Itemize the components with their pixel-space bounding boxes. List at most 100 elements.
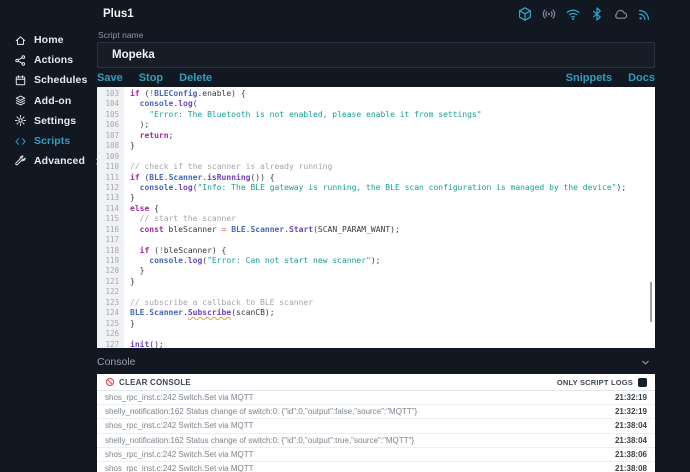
- line-number: 105: [105, 109, 119, 119]
- sidebar-item-scripts[interactable]: Scripts: [0, 132, 97, 150]
- code-text: // check if the scanner is already runni…: [130, 162, 333, 172]
- console-panel-header: CLEAR CONSOLE ONLY SCRIPT LOGS: [97, 374, 655, 391]
- sidebar-item-label: Settings: [34, 114, 77, 127]
- schedules-icon: [14, 74, 27, 87]
- code-line: 106 );: [97, 120, 655, 130]
- line-number: 112: [105, 182, 119, 192]
- console-log-row: shos_rpc_inst.c:242 Switch.Set via MQTT 2…: [97, 419, 655, 434]
- clear-console-label: CLEAR CONSOLE: [119, 377, 191, 387]
- script-name-input[interactable]: [97, 42, 655, 68]
- log-message: shelly_notification:162 Status change of…: [105, 435, 415, 445]
- line-number: 117: [105, 235, 119, 245]
- log-message: shos_rpc_inst.c:242 Switch.Set via MQTT: [105, 393, 254, 403]
- cube-icon: [517, 6, 533, 22]
- sidebar-item-settings[interactable]: Settings: [0, 112, 97, 130]
- broadcast-icon: [541, 6, 557, 22]
- sidebar-item-add-on[interactable]: Add-on: [0, 92, 97, 110]
- code-line: 118 if (!bleScanner) {: [97, 246, 655, 256]
- code-line: 126: [97, 329, 655, 339]
- code-text: if (!BLEConfig.enable) {: [130, 89, 246, 98]
- addon-icon: [14, 94, 27, 107]
- line-number: 125: [105, 318, 119, 328]
- code-line: 127 init();: [97, 340, 655, 349]
- code-line: 124 BLE.Scanner.Subscribe(scanCB);: [97, 308, 655, 318]
- settings-icon: [14, 114, 27, 127]
- wifi-icon: [565, 6, 581, 22]
- editor-scrollbar[interactable]: [650, 282, 652, 322]
- save-button[interactable]: Save: [97, 72, 123, 84]
- code-text: }: [130, 318, 135, 328]
- console-panel[interactable]: CLEAR CONSOLE ONLY SCRIPT LOGS shos_rpc_…: [97, 374, 655, 472]
- line-number: 114: [105, 203, 119, 213]
- sidebar-item-label: Schedules: [34, 74, 88, 87]
- log-message: shelly_notification:162 Status change of…: [105, 407, 418, 417]
- code-line: 111 if (BLE.Scanner.isRunning()) {: [97, 173, 655, 183]
- line-number: 115: [105, 214, 119, 224]
- line-number: 103: [105, 89, 119, 98]
- line-number: 119: [105, 256, 119, 265]
- code-text: }: [130, 266, 145, 276]
- code-text: BLE.Scanner.Subscribe(scanCB);: [130, 308, 275, 318]
- sidebar-item-schedules[interactable]: Schedules: [0, 71, 97, 89]
- console-log-row: shelly_notification:162 Status change of…: [97, 405, 655, 420]
- delete-button[interactable]: Delete: [179, 72, 212, 84]
- line-number: 127: [105, 339, 119, 349]
- line-number: 118: [105, 245, 119, 255]
- ban-icon: [106, 378, 114, 386]
- code-text: "Error: The Bluetooth is not enabled, pl…: [130, 109, 482, 119]
- sidebar: Home Actions Schedules Add-on Settings Script…: [0, 28, 100, 472]
- only-script-logs-label: ONLY SCRIPT LOGS: [556, 377, 633, 387]
- line-number: 109: [105, 151, 119, 161]
- line-number: 104: [105, 99, 119, 109]
- code-line: 114 else {: [97, 204, 655, 214]
- log-timestamp: 21:32:19: [614, 407, 647, 417]
- stop-button[interactable]: Stop: [139, 72, 163, 84]
- code-text: }: [130, 276, 135, 286]
- console-section-header[interactable]: Console: [97, 352, 655, 372]
- code-line: 121}: [97, 277, 655, 287]
- line-number: 126: [105, 329, 119, 339]
- docs-button[interactable]: Docs: [628, 72, 655, 84]
- advanced-icon: [14, 155, 27, 168]
- code-text: const bleScanner = BLE.Scanner.Start(SCA…: [139, 224, 400, 234]
- code-line: 103 if (!BLEConfig.enable) {: [97, 89, 655, 99]
- code-text: // subscribe a callback to BLE scanner: [130, 297, 314, 307]
- line-number: 123: [105, 297, 119, 307]
- console-log-row: shelly_notification:162 Status change of…: [97, 434, 655, 448]
- sidebar-item-advanced[interactable]: Advanced: [0, 152, 100, 170]
- snippets-button[interactable]: Snippets: [566, 72, 612, 84]
- code-line: 107 return;: [97, 131, 655, 141]
- page-title: Plus1: [103, 8, 134, 20]
- code-line: 108}: [97, 141, 655, 151]
- code-line: 120 }: [97, 266, 655, 276]
- editor-toolbar: Save Stop Delete Snippets Docs: [97, 70, 655, 86]
- code-editor[interactable]: 103 if (!BLEConfig.enable) {104 console.l…: [97, 87, 655, 348]
- only-script-logs-checkbox[interactable]: [638, 377, 647, 387]
- code-line: 104 console.log(: [97, 99, 655, 109]
- console-log-row: shos_rpc_inst.c:242 Switch.Set via MQTT 2…: [97, 462, 655, 472]
- actions-icon: [14, 54, 27, 67]
- code-lines: 103 if (!BLEConfig.enable) {104 console.l…: [97, 89, 655, 348]
- code-line: 116 const bleScanner = BLE.Scanner.Start…: [97, 225, 655, 235]
- sidebar-item-actions[interactable]: Actions: [0, 51, 97, 69]
- code-text: console.log("Info: The BLE gateway is ru…: [139, 182, 627, 192]
- sidebar-item-label: Scripts: [34, 135, 71, 147]
- code-line: 109: [97, 152, 655, 162]
- log-timestamp: 21:32:19: [614, 393, 647, 403]
- chevron-down-icon[interactable]: [640, 357, 651, 368]
- sidebar-item-label: Add-on: [34, 94, 72, 107]
- clear-console-button[interactable]: CLEAR CONSOLE: [105, 377, 191, 387]
- device-status-icons: [517, 6, 653, 22]
- rss-icon: [637, 6, 653, 22]
- code-text: if (BLE.Scanner.isRunning()) {: [130, 172, 275, 182]
- line-number: 106: [105, 120, 119, 130]
- scripts-icon: [14, 135, 27, 148]
- sidebar-item-home[interactable]: Home: [0, 31, 97, 49]
- line-number: 113: [105, 193, 119, 203]
- code-text: console.log("Error: Can not start new sc…: [149, 256, 381, 265]
- log-message: shos_rpc_inst.c:242 Switch.Set via MQTT: [105, 449, 254, 459]
- script-name-label: Script name: [98, 30, 144, 40]
